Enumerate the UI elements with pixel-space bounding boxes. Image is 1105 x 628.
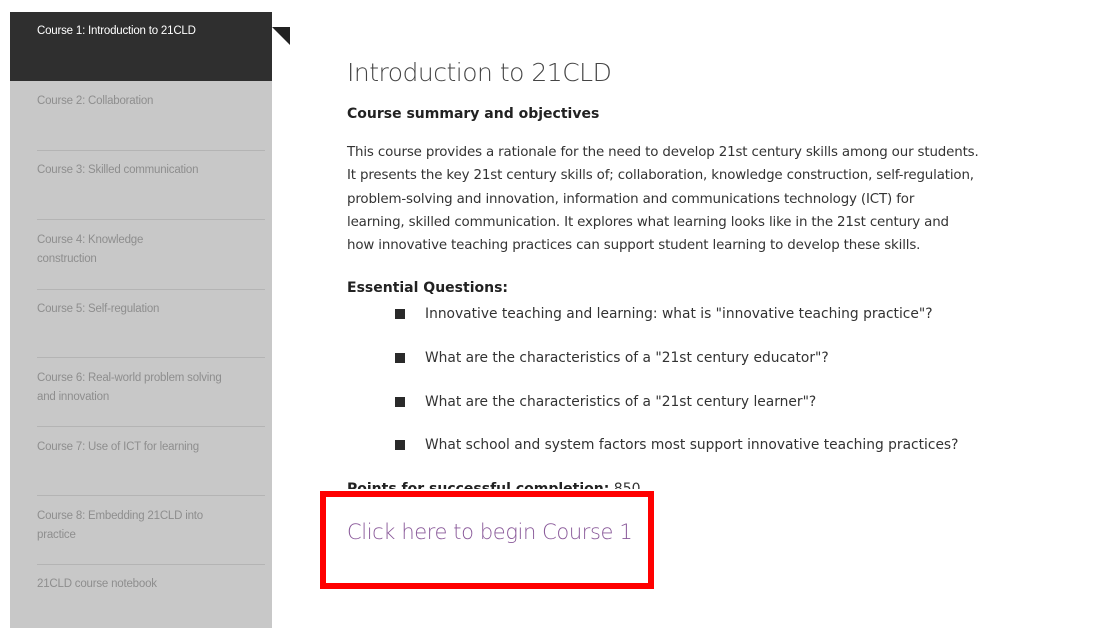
question-text: What are the characteristics of a "21st … [425, 394, 817, 410]
sidebar-divider [37, 495, 265, 496]
points-label: Points for successful completion: [347, 481, 610, 489]
course-sidebar: Course 1: Introduction to 21CLD Course 2… [10, 12, 272, 628]
highlight-box [320, 491, 654, 589]
active-pointer-icon [272, 27, 290, 45]
question-text: What are the characteristics of a "21st … [425, 350, 829, 366]
course-summary: This course provides a rationale for the… [347, 141, 1105, 257]
sidebar-item-label: Course 1: Introduction to 21CLD [37, 25, 196, 37]
summary-line: problem-solving and innovation, informat… [347, 191, 915, 207]
sidebar-item-label: Course 3: Skilled communication [37, 164, 199, 176]
list-item: Innovative teaching and learning: what i… [395, 304, 933, 324]
list-item: What are the characteristics of a "21st … [395, 348, 829, 368]
course-page: Course 1: Introduction to 21CLD Course 2… [0, 0, 1105, 628]
sidebar-item-course-1[interactable]: Course 1: Introduction to 21CLD [10, 12, 272, 81]
sidebar-item-label: Course 5: Self-regulation [37, 303, 160, 315]
square-bullet-icon [395, 440, 405, 450]
list-item: What are the characteristics of a "21st … [395, 392, 816, 412]
questions-heading: Essential Questions: [347, 280, 509, 296]
summary-line: learning, skilled communication. It expl… [347, 214, 949, 230]
sidebar-item-course-8[interactable]: Course 8: Embedding 21CLD into practice [10, 507, 272, 545]
sidebar-item-course-6[interactable]: Course 6: Real-world problem solving and… [10, 369, 272, 407]
sidebar-divider [37, 150, 265, 151]
sidebar-item-course-7[interactable]: Course 7: Use of ICT for learning [10, 438, 272, 457]
sidebar-item-course-4[interactable]: Course 4: Knowledge construction [10, 231, 272, 269]
sidebar-item-course-2[interactable]: Course 2: Collaboration [10, 92, 272, 111]
sidebar-item-label: Course 7: Use of ICT for learning [37, 441, 199, 453]
sidebar-divider [37, 219, 265, 220]
sidebar-item-label: Course 2: Collaboration [37, 95, 154, 107]
points-value: 850 [613, 481, 641, 489]
sidebar-divider [37, 426, 265, 427]
question-text: Innovative teaching and learning: what i… [425, 306, 933, 322]
summary-line: It presents the key 21st century skills … [347, 168, 974, 184]
sidebar-item-label: Course 4: Knowledge construction [37, 234, 144, 265]
sidebar-item-label: Course 6: Real-world problem solving and… [37, 372, 222, 403]
sidebar-item-label: 21CLD course notebook [37, 578, 157, 590]
summary-line: how innovative teaching practices can su… [347, 238, 921, 254]
points-line: Points for successful completion: 850 [347, 477, 641, 489]
sidebar-divider [37, 357, 265, 358]
sidebar-item-course-3[interactable]: Course 3: Skilled communication [10, 161, 272, 180]
sidebar-item-course-5[interactable]: Course 5: Self-regulation [10, 300, 272, 319]
list-item: What school and system factors most supp… [395, 435, 958, 455]
square-bullet-icon [395, 309, 405, 319]
sidebar-divider [37, 564, 265, 565]
page-title: Introduction to 21CLD [347, 58, 612, 87]
question-text: What school and system factors most supp… [425, 437, 959, 453]
sidebar-item-notebook[interactable]: 21CLD course notebook [10, 575, 272, 594]
sidebar-item-label: Course 8: Embedding 21CLD into practice [37, 510, 203, 541]
summary-heading: Course summary and objectives [347, 106, 600, 122]
square-bullet-icon [395, 397, 405, 407]
square-bullet-icon [395, 353, 405, 363]
sidebar-divider [37, 289, 265, 290]
summary-line: This course provides a rationale for the… [347, 145, 979, 160]
